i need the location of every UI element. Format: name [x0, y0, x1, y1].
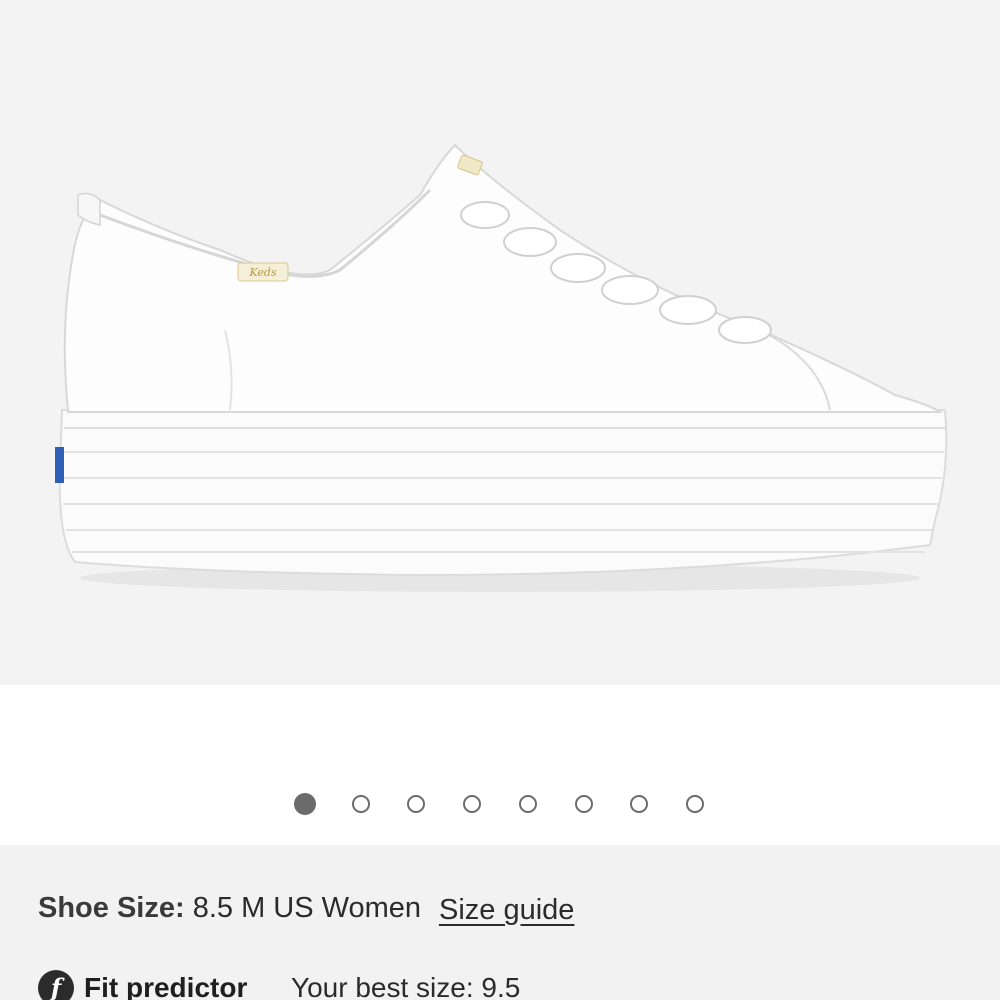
- carousel-dot-1[interactable]: [294, 793, 316, 815]
- keds-logo: Keds: [248, 266, 276, 279]
- size-guide-link[interactable]: Size guide: [439, 894, 574, 927]
- carousel-dot-4[interactable]: [463, 795, 481, 813]
- carousel-dot-6[interactable]: [575, 795, 593, 813]
- product-size-panel: Shoe Size: 8.5 M US Women Size guide f F…: [0, 845, 1000, 1000]
- carousel-pagination: [0, 790, 1000, 820]
- carousel-dot-3[interactable]: [407, 795, 425, 813]
- product-image-area[interactable]: Keds: [0, 0, 1000, 685]
- fit-predictor-label: Fit predictor: [84, 972, 248, 1000]
- fit-predictor-icon: f: [38, 970, 74, 1000]
- shoe-size-label: Shoe Size:: [38, 892, 185, 924]
- carousel-dot-8[interactable]: [686, 795, 704, 813]
- carousel-dot-7[interactable]: [630, 795, 648, 813]
- shoe-size-value: 8.5 M US Women: [192, 892, 422, 924]
- shoe-size-row: Shoe Size: 8.5 M US Women: [38, 892, 421, 928]
- sneaker-image: Keds: [55, 143, 948, 592]
- carousel-dot-5[interactable]: [519, 795, 537, 813]
- best-size-text: Your best size: 9.5: [291, 972, 521, 1000]
- carousel-dot-2[interactable]: [352, 795, 370, 813]
